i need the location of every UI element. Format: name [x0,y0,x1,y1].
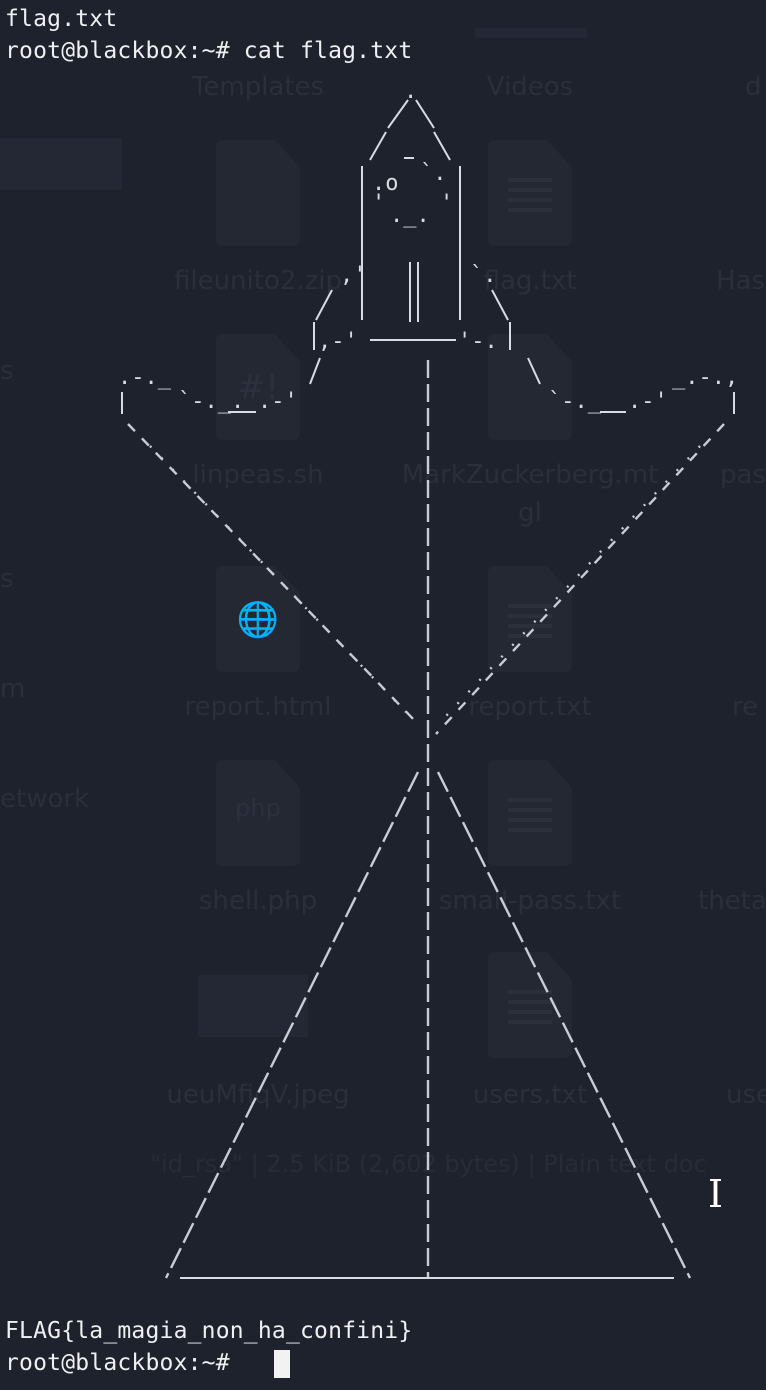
text-cursor-icon: I [708,1172,724,1216]
terminal-cursor [274,1350,290,1378]
terminal-window[interactable]: flag.txt root@blackbox:~# cat flag.txt F… [0,0,766,1390]
terminal-prompt[interactable]: root@blackbox:~# [5,1348,244,1378]
terminal-output-line: flag.txt [5,6,118,32]
terminal-command-line: root@blackbox:~# cat flag.txt [5,38,413,64]
flag-output: FLAG{la_magia_non_ha_confini} [5,1318,413,1344]
